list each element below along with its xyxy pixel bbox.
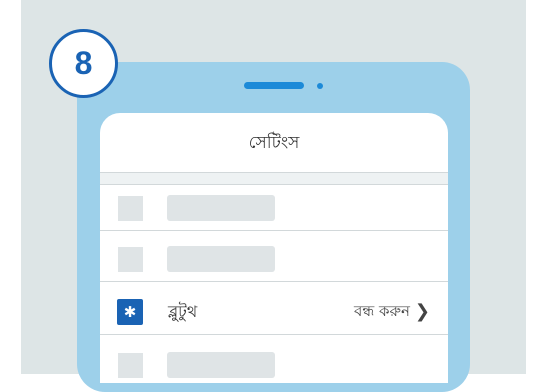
step-number-badge: 8: [49, 29, 118, 98]
bluetooth-label: ব্লুটুথ: [168, 302, 198, 321]
placeholder-icon: [118, 247, 143, 272]
phone-screen: সেটিংস ✱ ব্লুটুথ বন্ধ করুন ❯: [100, 113, 448, 383]
settings-row-placeholder[interactable]: [100, 236, 448, 282]
bluetooth-status: বন্ধ করুন: [354, 302, 410, 320]
placeholder-label: [167, 246, 275, 272]
section-band: [100, 173, 448, 185]
chevron-right-icon: ❯: [414, 301, 430, 322]
settings-row-placeholder[interactable]: [100, 342, 448, 383]
phone-speaker: [244, 82, 304, 89]
settings-row-placeholder[interactable]: [100, 185, 448, 231]
placeholder-label: [167, 352, 275, 378]
settings-title: সেটিংস: [248, 133, 300, 153]
bluetooth-icon: ✱: [117, 299, 143, 325]
placeholder-label: [167, 195, 275, 221]
placeholder-icon: [118, 353, 143, 378]
phone-camera: [317, 83, 323, 89]
settings-row-bluetooth[interactable]: ✱ ব্লুটুথ বন্ধ করুন ❯: [100, 289, 448, 335]
placeholder-icon: [118, 196, 143, 221]
